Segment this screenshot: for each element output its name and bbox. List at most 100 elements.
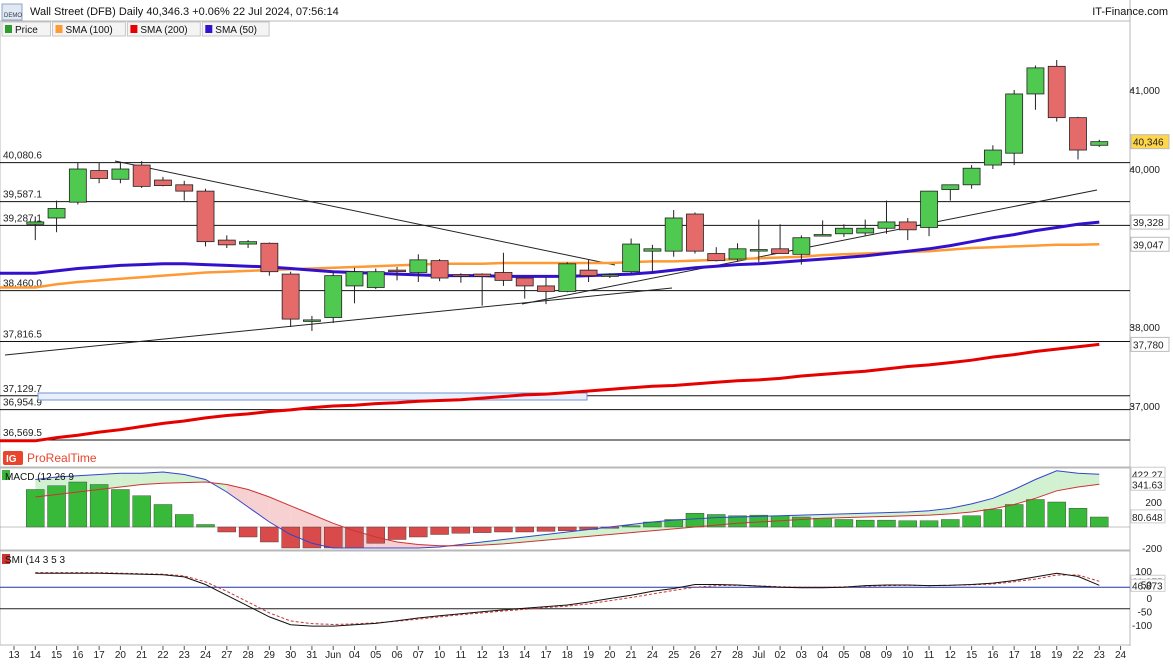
candle-body	[239, 241, 257, 245]
candle-body	[579, 269, 598, 277]
date-tick-label: 11	[456, 650, 467, 660]
date-tick-label: 11	[924, 650, 935, 660]
candle-body	[983, 149, 1002, 166]
candle-body	[175, 184, 194, 192]
candle-body	[388, 269, 406, 273]
candle-body	[622, 243, 641, 273]
candle-body	[920, 190, 938, 228]
date-tick-label: 29	[264, 650, 276, 660]
macd-histogram-bar	[26, 489, 45, 528]
date-tick-label: 15	[51, 650, 63, 660]
candle-body	[473, 273, 492, 277]
price-tag-label: 39,047	[1133, 240, 1164, 251]
date-tick-label: 08	[860, 650, 872, 660]
legend-label: Price	[15, 25, 38, 36]
date-tick-label: 12	[945, 650, 957, 660]
macd-tick-label: 200	[1145, 498, 1162, 509]
smi-tick-label: 50	[1141, 581, 1153, 592]
candle-body	[1005, 93, 1024, 154]
macd-histogram-bar	[856, 519, 875, 528]
candle-body	[515, 277, 534, 287]
smi-label: SMI (14 3 5 3	[5, 555, 65, 566]
macd-histogram-bar	[89, 484, 109, 528]
macd-histogram-bar	[1068, 508, 1088, 528]
candle-body	[260, 242, 279, 273]
candle-body	[26, 221, 45, 225]
date-tick-label: 31	[306, 650, 318, 660]
macd-histogram-bar	[919, 520, 939, 528]
macd-histogram-bar	[472, 526, 492, 533]
candle-body	[345, 271, 364, 287]
macd-histogram-bar	[260, 526, 279, 543]
candle-body	[558, 263, 577, 292]
candle-body	[877, 221, 896, 229]
date-tick-label: 17	[1009, 650, 1021, 660]
price-tag-label: 39,328	[1133, 218, 1164, 229]
candle-body	[941, 184, 960, 190]
macd-histogram-bar	[962, 515, 981, 528]
date-tick-label: 05	[370, 650, 382, 660]
date-tick-label: 10	[902, 650, 914, 660]
candle-body	[281, 273, 300, 320]
date-tick-label: 12	[477, 650, 489, 660]
macd-histogram-bar	[217, 526, 237, 533]
candle-body	[686, 213, 704, 252]
chart-svg: DEMO Wall Street (DFB) Daily 40,346.3 +0…	[0, 0, 1173, 661]
candle-body	[898, 221, 917, 231]
candle-body	[430, 260, 449, 279]
brand-label: IT-Finance.com	[1092, 6, 1168, 18]
date-tick-label: 22	[1072, 650, 1084, 660]
date-tick-label: 25	[668, 650, 680, 660]
macd-tag-label: 80.648	[1132, 513, 1163, 524]
candle-body	[68, 168, 87, 203]
proreal-time-logo: IG ProRealTime	[2, 450, 106, 466]
macd-histogram-bar	[792, 516, 811, 528]
macd-histogram-bar	[983, 509, 1003, 528]
price-tick-label: 37,000	[1129, 402, 1160, 413]
legend-swatch-icon	[130, 25, 138, 33]
chart-stage: DEMO Wall Street (DFB) Daily 40,346.3 +0…	[0, 0, 1173, 661]
proreal-time-text: ProRealTime	[27, 451, 97, 465]
level-label: 39,587.1	[3, 190, 42, 201]
date-tick-label: 03	[796, 650, 808, 660]
legend-label: SMA (200)	[140, 25, 187, 36]
date-tick-label: 23	[1094, 650, 1106, 660]
candle-body	[324, 275, 343, 318]
macd-histogram-bar	[1026, 499, 1045, 528]
date-tick-label: 22	[157, 650, 169, 660]
date-tick-label: 05	[838, 650, 850, 660]
macd-histogram-bar	[941, 519, 960, 528]
date-tick-label: 13	[498, 650, 510, 660]
candle-body	[47, 208, 66, 219]
chart-title: Wall Street (DFB) Daily 40,346.3 +0.06% …	[30, 6, 339, 18]
macd-histogram-bar	[813, 518, 832, 528]
date-tick-label: 18	[562, 650, 574, 660]
date-tick-label: 28	[732, 650, 744, 660]
price-tag-label: 40,346	[1133, 138, 1164, 149]
date-tick-label: 16	[72, 650, 84, 660]
date-tick-label: 09	[881, 650, 893, 660]
macd-histogram-bar	[68, 481, 88, 528]
candle-body	[1069, 117, 1087, 151]
date-tick-label: 20	[115, 650, 127, 660]
legend-label: SMA (50)	[215, 25, 257, 36]
candle-body	[451, 274, 470, 277]
macd-histogram-bar	[345, 526, 364, 549]
date-tick-label: 14	[30, 650, 42, 660]
date-tick-label: Jun	[325, 650, 341, 660]
macd-histogram-bar	[558, 526, 577, 531]
candle-body	[217, 239, 236, 246]
candle-body	[90, 170, 109, 179]
macd-histogram-bar	[1090, 516, 1109, 528]
level-label: 37,129.7	[3, 384, 42, 395]
macd-histogram-bar	[451, 526, 471, 534]
date-tick-label: 20	[604, 650, 616, 660]
candle-body	[196, 190, 215, 243]
date-tick-label: Jul	[752, 650, 765, 660]
date-tick-label: 26	[689, 650, 701, 660]
candle-body	[537, 285, 555, 292]
macd-fill-segment	[141, 472, 163, 485]
macd-histogram-bar	[409, 526, 428, 538]
macd-histogram-bar	[685, 513, 705, 528]
candle-body	[1090, 141, 1109, 146]
